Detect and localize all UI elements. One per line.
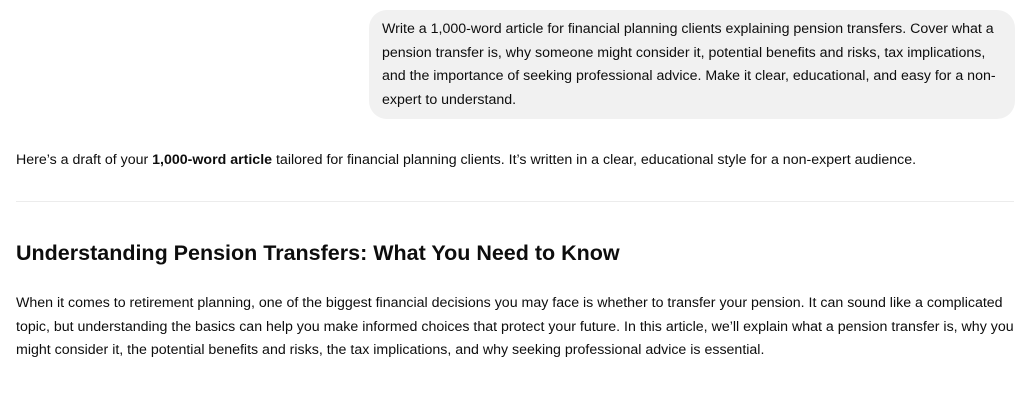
user-message-text: Write a 1,000-word article for financial… [382, 21, 996, 108]
article-title: Understanding Pension Transfers: What Yo… [16, 241, 620, 265]
assistant-intro-text-end: tailored for financial planning clients.… [272, 152, 917, 168]
assistant-intro: Here’s a draft of your 1,000-word articl… [16, 149, 1012, 173]
assistant-intro-text: Here’s a draft of your [16, 152, 153, 168]
article-paragraph: When it comes to retirement planning, on… [16, 295, 1014, 358]
user-message-bubble: Write a 1,000-word article for financial… [369, 10, 1015, 119]
section-divider [16, 201, 1014, 202]
assistant-intro-bold: 1,000-word article [152, 152, 273, 168]
